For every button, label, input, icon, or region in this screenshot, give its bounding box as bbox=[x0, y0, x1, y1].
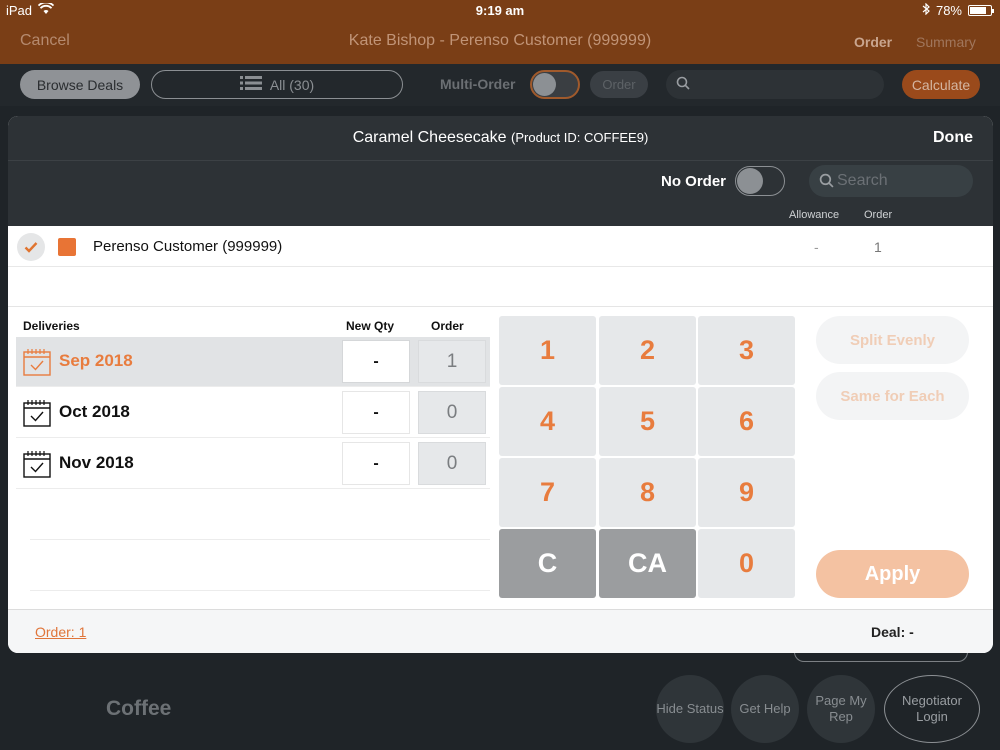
tab-summary[interactable]: Summary bbox=[916, 34, 976, 50]
deal-label: Deal: - bbox=[871, 624, 914, 640]
battery-percent: 78% bbox=[935, 3, 962, 18]
order-total-link[interactable]: Order: 1 bbox=[35, 624, 86, 640]
divider bbox=[8, 306, 993, 307]
same-for-each-button[interactable]: Same for Each bbox=[816, 372, 969, 420]
calculate-button[interactable]: Calculate bbox=[902, 70, 980, 99]
nav-bar: Cancel Kate Bishop - Perenso Customer (9… bbox=[0, 22, 1000, 64]
toolbar-search-input[interactable] bbox=[666, 70, 884, 99]
keypad-key-6[interactable]: 6 bbox=[698, 387, 795, 456]
delivery-month: Sep 2018 bbox=[59, 351, 133, 370]
done-button[interactable]: Done bbox=[933, 129, 973, 147]
all-filter-label: All (30) bbox=[269, 76, 315, 93]
no-order-label: No Order bbox=[661, 173, 727, 190]
keypad-key-7[interactable]: 7 bbox=[499, 458, 596, 527]
keypad-key-5[interactable]: 5 bbox=[599, 387, 696, 456]
order-qty: 0 bbox=[418, 391, 486, 434]
calendar-icon bbox=[23, 399, 51, 427]
deliveries-header: Deliveries bbox=[23, 319, 80, 333]
divider bbox=[30, 590, 490, 591]
calendar-icon bbox=[23, 450, 51, 478]
new-qty-header: New Qty bbox=[346, 319, 395, 333]
delivery-row[interactable]: Sep 2018 - 1 bbox=[16, 337, 490, 387]
customer-order: 1 bbox=[874, 239, 882, 255]
page-my-rep-button[interactable]: Page My Rep bbox=[807, 675, 875, 743]
new-qty-input[interactable]: - bbox=[342, 340, 410, 383]
customer-color-swatch bbox=[58, 238, 76, 256]
keypad-key-2[interactable]: 2 bbox=[599, 316, 696, 385]
negotiator-login-button[interactable]: Negotiator Login bbox=[884, 675, 980, 743]
customer-name: Perenso Customer (999999) bbox=[93, 238, 283, 255]
apply-button[interactable]: Apply bbox=[816, 550, 969, 598]
delivery-month: Oct 2018 bbox=[59, 402, 130, 421]
keypad-key-3[interactable]: 3 bbox=[698, 316, 795, 385]
order-qty: 0 bbox=[418, 442, 486, 485]
delivery-row[interactable]: Nov 2018 - 0 bbox=[16, 439, 490, 489]
delivery-row[interactable]: Oct 2018 - 0 bbox=[16, 388, 490, 438]
search-placeholder: Search bbox=[837, 172, 888, 189]
column-header-allowance: Allowance bbox=[789, 209, 840, 221]
modal-header: Caramel Cheesecake (Product ID: COFFEE9)… bbox=[8, 116, 993, 160]
search-icon bbox=[819, 173, 834, 193]
order-qty: 1 bbox=[418, 340, 486, 383]
modal-subheader: No Order Search Allowance Order bbox=[8, 160, 993, 226]
keypad-key-9[interactable]: 9 bbox=[698, 458, 795, 527]
keypad-key-1[interactable]: 1 bbox=[499, 316, 596, 385]
divider bbox=[30, 539, 490, 540]
keypad-clear-all-button[interactable]: CA bbox=[599, 529, 696, 598]
new-qty-input[interactable]: - bbox=[342, 391, 410, 434]
list-icon bbox=[239, 75, 262, 94]
product-modal: Caramel Cheesecake (Product ID: COFFEE9)… bbox=[8, 116, 993, 653]
keypad-key-4[interactable]: 4 bbox=[499, 387, 596, 456]
status-bar: iPad 9:19 am 78% bbox=[0, 0, 1000, 22]
delivery-month: Nov 2018 bbox=[59, 453, 134, 472]
bluetooth-icon bbox=[922, 2, 930, 18]
get-help-button[interactable]: Get Help bbox=[731, 675, 799, 743]
section-title: Coffee bbox=[106, 697, 172, 720]
order-button[interactable]: Order bbox=[590, 71, 648, 98]
product-name: Caramel Cheesecake bbox=[352, 129, 507, 146]
hide-status-button[interactable]: Hide Status bbox=[656, 675, 724, 743]
no-order-toggle[interactable] bbox=[735, 166, 785, 196]
keypad-key-8[interactable]: 8 bbox=[599, 458, 696, 527]
toolbar: Browse Deals All (30) Multi-Order Order … bbox=[0, 64, 1000, 106]
modal-search-input[interactable]: Search bbox=[809, 165, 973, 197]
customer-allowance: - bbox=[814, 239, 819, 255]
keypad-clear-button[interactable]: C bbox=[499, 529, 596, 598]
order-header: Order bbox=[431, 319, 464, 333]
product-id: (Product ID: COFFEE9) bbox=[511, 130, 649, 145]
all-filter-button[interactable]: All (30) bbox=[151, 70, 403, 99]
split-evenly-button[interactable]: Split Evenly bbox=[816, 316, 969, 364]
modal-footer: Order: 1 Deal: - bbox=[8, 609, 993, 653]
browse-deals-button[interactable]: Browse Deals bbox=[20, 70, 140, 99]
search-icon bbox=[676, 76, 690, 93]
page-title: Kate Bishop - Perenso Customer (999999) bbox=[348, 32, 652, 49]
column-header-order: Order bbox=[864, 209, 893, 221]
multi-order-label: Multi-Order bbox=[440, 76, 516, 92]
calendar-icon bbox=[23, 348, 51, 376]
tab-order[interactable]: Order bbox=[854, 34, 892, 50]
checkmark-icon[interactable] bbox=[17, 233, 45, 261]
multi-order-toggle[interactable] bbox=[530, 70, 580, 99]
modal-title: Caramel Cheesecake (Product ID: COFFEE9) bbox=[8, 129, 993, 147]
customer-row[interactable]: Perenso Customer (999999) - 1 bbox=[8, 226, 993, 267]
keypad-key-0[interactable]: 0 bbox=[698, 529, 795, 598]
status-time: 9:19 am bbox=[475, 3, 525, 18]
battery-icon bbox=[968, 5, 994, 16]
new-qty-input[interactable]: - bbox=[342, 442, 410, 485]
